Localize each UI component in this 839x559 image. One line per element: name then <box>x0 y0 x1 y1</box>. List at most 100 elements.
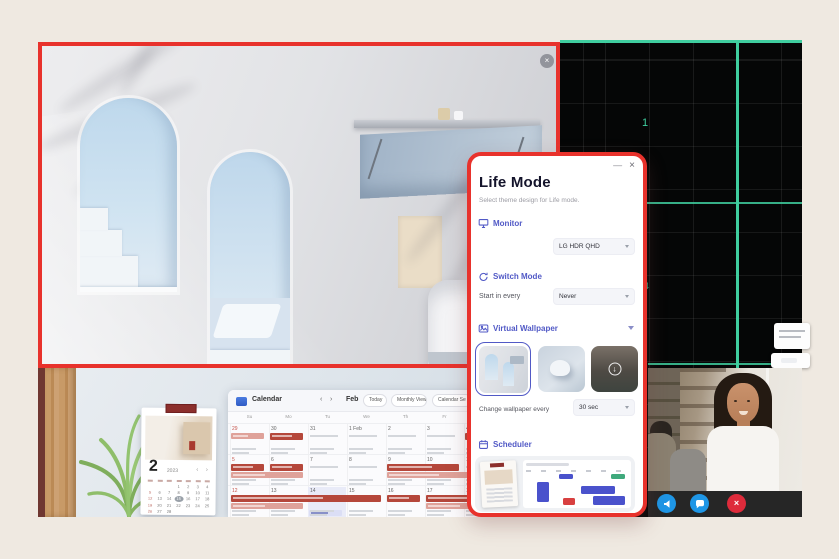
wall-calendar-date: 2 <box>184 484 193 490</box>
calendar-date[interactable]: 6 <box>271 457 274 463</box>
end-call-button[interactable]: × <box>727 494 746 513</box>
calendar-date[interactable]: 9 <box>388 457 391 463</box>
tooltip-mini-button[interactable] <box>781 358 797 363</box>
calendar-date[interactable]: 10 <box>427 457 433 463</box>
calendar-date[interactable]: 31 <box>310 426 316 432</box>
wall-calendar-day-dash <box>148 480 153 482</box>
close-icon[interactable]: × <box>629 160 635 171</box>
calendar-date[interactable]: 14 <box>310 488 316 494</box>
switch-mode-icon <box>478 271 489 282</box>
wall-calendar-date: 27 <box>155 509 164 515</box>
tooltip-button-popup[interactable] <box>771 353 810 368</box>
event-text-line <box>310 435 338 437</box>
download-icon: ↓ <box>608 363 621 376</box>
wall-calendar-date: 3 <box>193 484 202 490</box>
calendar-event[interactable] <box>231 433 264 439</box>
calendar-event[interactable] <box>270 433 303 440</box>
calendar-prev-button[interactable]: ‹ <box>320 396 322 403</box>
event-text-line <box>388 435 416 437</box>
calendar-event[interactable] <box>387 464 459 471</box>
tooltip-text-line <box>779 330 805 332</box>
wall-calendar-date: 4 <box>203 484 212 490</box>
wall-calendar-date: 7 <box>165 490 174 496</box>
calendar-settings-button[interactable]: Calendar Se <box>432 394 472 407</box>
calendar-date[interactable]: 5 <box>232 457 235 463</box>
view-dropdown[interactable]: Monthly View <box>391 394 427 407</box>
calendar-date[interactable]: 3 <box>427 426 430 432</box>
chevron-down-icon[interactable] <box>628 326 634 330</box>
calendar-day-header: Fr <box>425 414 464 419</box>
chevron-down-icon <box>625 406 629 409</box>
calendar-month: Feb <box>346 396 358 403</box>
event-text-line <box>349 510 373 512</box>
calendar-date[interactable]: 8 <box>349 457 352 463</box>
event-text-line <box>388 510 412 512</box>
calendar-date[interactable]: 13 <box>271 488 277 494</box>
calendar-event[interactable] <box>270 464 303 471</box>
monitor-icon <box>478 218 489 229</box>
main-participant-video <box>680 368 802 491</box>
wall-calendar-day-dash <box>157 480 162 482</box>
calendar-event[interactable] <box>231 495 381 502</box>
wall-calendar-art <box>145 416 212 461</box>
calendar-event[interactable] <box>387 495 420 502</box>
wall-calendar-date: 18 <box>203 497 212 503</box>
art-red-accent <box>189 441 195 450</box>
close-icon[interactable]: × <box>540 54 554 68</box>
monitor-dropdown[interactable]: LG HDR QHD <box>553 238 635 255</box>
shelf-cup <box>454 111 463 120</box>
wall-calendar-date: 15 <box>174 496 183 502</box>
calendar-date[interactable]: 2 <box>388 426 391 432</box>
event-text-line <box>349 448 373 450</box>
event-text-line <box>310 510 334 512</box>
calendar-day-header: Tu <box>308 414 347 419</box>
wallpaper-interval-dropdown[interactable]: 30 sec <box>573 399 635 416</box>
wallpaper-icon <box>478 323 489 334</box>
wall-calendar-date: 6 <box>155 490 164 496</box>
wall-calendar-date: 25 <box>203 503 212 509</box>
calendar-date[interactable]: 15 <box>349 488 355 494</box>
calendar-date[interactable]: 30 <box>271 426 277 432</box>
wall-calendar-month: 2 <box>149 458 158 476</box>
video-call-window: × <box>648 368 802 517</box>
switch-mode-dropdown[interactable]: Never <box>553 288 635 305</box>
wallpaper-interval-value: 30 sec <box>579 404 598 411</box>
scheduler-preview[interactable] <box>475 456 635 512</box>
switch-mode-dropdown-value: Never <box>559 293 576 300</box>
monitor-section-label: Monitor <box>478 218 522 229</box>
wall-calendar-grid: 1234567891011121314151617181920212223242… <box>145 480 211 513</box>
wall-calendar-date: 13 <box>155 496 164 502</box>
event-text-line <box>349 479 373 481</box>
calendar-title: Calendar <box>252 396 282 403</box>
wall-calendar-date: 20 <box>155 502 164 508</box>
calendar-date[interactable]: 16 <box>388 488 394 494</box>
chat-button[interactable] <box>690 494 709 513</box>
event-text-line <box>271 448 295 450</box>
monitor-dropdown-value: LG HDR QHD <box>559 243 600 250</box>
calendar-date[interactable]: 12 <box>232 488 238 494</box>
today-button[interactable]: Today <box>363 394 387 407</box>
calendar-date[interactable]: 1 Feb <box>349 426 362 432</box>
calendar-date[interactable]: 17 <box>427 488 433 494</box>
volume-button[interactable] <box>657 494 676 513</box>
calendar-event[interactable] <box>231 472 303 478</box>
minimize-icon[interactable]: — <box>613 160 622 170</box>
calendar-date[interactable]: 29 <box>232 426 238 432</box>
wall-calendar-date: 14 <box>165 496 174 502</box>
wall-calendar-date: 17 <box>193 497 202 503</box>
wallpaper-thumbnail-download[interactable]: ↓ <box>591 346 638 392</box>
event-text-line <box>232 510 256 512</box>
screenshot-canvas: 2 2023 ‹ › 12345678910111213141516171819… <box>0 0 839 559</box>
calendar-date[interactable]: 7 <box>310 457 313 463</box>
art-room-block <box>183 422 210 454</box>
wallpaper-thumbnail-2[interactable] <box>538 346 585 392</box>
change-wallpaper-label: Change wallpaper every <box>479 406 549 413</box>
wall-calendar-date: 8 <box>174 490 183 496</box>
wall-calendar-date: 26 <box>145 508 154 514</box>
calendar-next-button[interactable]: › <box>330 396 332 403</box>
calendar-event[interactable] <box>231 503 303 509</box>
page-break-horizontal-line-1 <box>644 202 802 204</box>
wallpaper-thumbnail-selected[interactable] <box>475 342 531 396</box>
wall-calendar: 2 2023 ‹ › 12345678910111213141516171819… <box>140 408 216 516</box>
calendar-event[interactable] <box>231 464 264 471</box>
